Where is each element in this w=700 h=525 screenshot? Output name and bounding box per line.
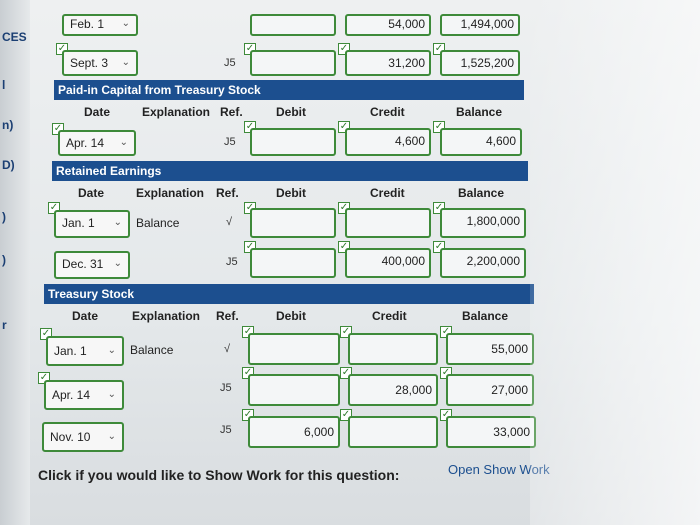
credit-input[interactable] (348, 416, 438, 448)
balance-input[interactable]: 2,200,000 (440, 248, 526, 278)
credit-input[interactable]: 28,000 (348, 374, 438, 406)
explanation-text: Balance (130, 343, 174, 357)
col-balance: Balance (462, 309, 509, 323)
credit-input[interactable]: 54,000 (345, 14, 431, 36)
balance-input[interactable]: 4,600 (440, 128, 522, 156)
col-explanation: Explanation (142, 105, 211, 119)
date-value: Feb. 1 (70, 17, 105, 31)
ref-check: √ (224, 343, 231, 355)
ref-label: J5 (224, 57, 236, 69)
chevron-down-icon: ⌄ (113, 217, 122, 228)
date-value: Apr. 14 (52, 388, 91, 402)
strip-text: l (2, 78, 6, 92)
col-ref: Ref. (216, 309, 239, 323)
debit-input[interactable] (250, 14, 336, 36)
chevron-down-icon: ⌄ (107, 389, 116, 400)
col-ref: Ref. (216, 186, 239, 200)
debit-input[interactable] (250, 50, 336, 76)
date-dropdown[interactable]: Apr. 14 ⌄ (58, 130, 136, 156)
col-debit: Debit (276, 309, 306, 323)
balance-input[interactable]: 1,800,000 (440, 208, 526, 238)
col-credit: Credit (370, 186, 405, 200)
date-value: Sept. 3 (70, 56, 109, 70)
column-header-row: Date Explanation Ref. Debit Credit Balan… (54, 102, 524, 122)
balance-input[interactable]: 27,000 (446, 374, 534, 406)
ref-check: √ (226, 216, 233, 228)
col-balance: Balance (456, 105, 503, 119)
date-dropdown[interactable]: Apr. 14 ⌄ (44, 380, 124, 410)
chevron-down-icon: ⌄ (113, 258, 122, 269)
strip-text: r (2, 318, 7, 332)
strip-text: n) (2, 118, 14, 132)
balance-input[interactable]: 1,525,200 (440, 50, 520, 76)
section-title-treasury-stock: Treasury Stock (44, 284, 534, 304)
date-dropdown[interactable]: Sept. 3 ⌄ (62, 50, 138, 76)
chevron-down-icon: ⌄ (107, 345, 116, 356)
balance-input[interactable]: 1,494,000 (440, 14, 520, 36)
section-title-paid-in-capital: Paid-in Capital from Treasury Stock (54, 80, 524, 100)
credit-input[interactable] (348, 333, 438, 365)
ledger-page: CES l n) D) ) ) r Feb. 1 ⌄ 54,000 1,494,0… (0, 0, 700, 525)
col-credit: Credit (372, 309, 407, 323)
date-dropdown[interactable]: Nov. 10 ⌄ (42, 422, 124, 452)
chevron-down-icon: ⌄ (107, 431, 116, 442)
date-dropdown[interactable]: Jan. 1 ⌄ (54, 210, 130, 238)
chevron-down-icon: ⌄ (119, 137, 128, 148)
ref-label: J5 (220, 382, 232, 394)
chevron-down-icon: ⌄ (121, 18, 130, 29)
credit-input[interactable] (345, 208, 431, 238)
col-explanation: Explanation (136, 186, 205, 200)
balance-input[interactable]: 33,000 (446, 416, 536, 448)
strip-text: ) (2, 210, 6, 224)
col-credit: Credit (370, 105, 405, 119)
date-dropdown[interactable]: Dec. 31 ⌄ (54, 251, 130, 279)
debit-input[interactable] (250, 248, 336, 278)
section-title-retained-earnings: Retained Earnings (52, 161, 528, 181)
col-balance: Balance (458, 186, 505, 200)
date-value: Dec. 31 (62, 257, 104, 271)
credit-input[interactable]: 4,600 (345, 128, 431, 156)
chevron-down-icon: ⌄ (121, 57, 130, 68)
strip-text: D) (2, 158, 15, 172)
col-date: Date (84, 105, 111, 119)
balance-input[interactable]: 55,000 (446, 333, 534, 365)
column-header-row: Date Explanation Ref. Debit Credit Balan… (52, 183, 528, 203)
col-explanation: Explanation (132, 309, 201, 323)
debit-input[interactable] (248, 333, 340, 365)
credit-input[interactable]: 31,200 (345, 50, 431, 76)
date-value: Jan. 1 (54, 344, 87, 358)
date-value: Nov. 10 (50, 430, 91, 444)
date-value: Jan. 1 (62, 216, 95, 230)
date-value: Apr. 14 (66, 136, 105, 150)
debit-input[interactable] (250, 208, 336, 238)
strip-text: CES (2, 30, 27, 44)
screen-glare (530, 0, 700, 525)
col-ref: Ref. (220, 105, 243, 119)
credit-input[interactable]: 400,000 (345, 248, 431, 278)
strip-text: ) (2, 253, 6, 267)
date-dropdown[interactable]: Feb. 1 ⌄ (62, 14, 138, 36)
ref-label: J5 (226, 256, 238, 268)
ref-label: J5 (220, 424, 232, 436)
date-dropdown[interactable]: Jan. 1 ⌄ (46, 336, 124, 366)
col-date: Date (78, 186, 105, 200)
col-date: Date (72, 309, 99, 323)
debit-input[interactable] (250, 128, 336, 156)
column-header-row: Date Explanation Ref. Debit Credit Balan… (44, 306, 534, 326)
debit-input[interactable] (248, 374, 340, 406)
debit-input[interactable]: 6,000 (248, 416, 340, 448)
col-debit: Debit (276, 105, 306, 119)
explanation-text: Balance (136, 216, 180, 230)
ref-label: J5 (224, 136, 236, 148)
show-work-prompt: Click if you would like to Show Work for… (38, 467, 400, 483)
col-debit: Debit (276, 186, 306, 200)
left-sidebar-strip: CES l n) D) ) ) r (0, 0, 30, 525)
